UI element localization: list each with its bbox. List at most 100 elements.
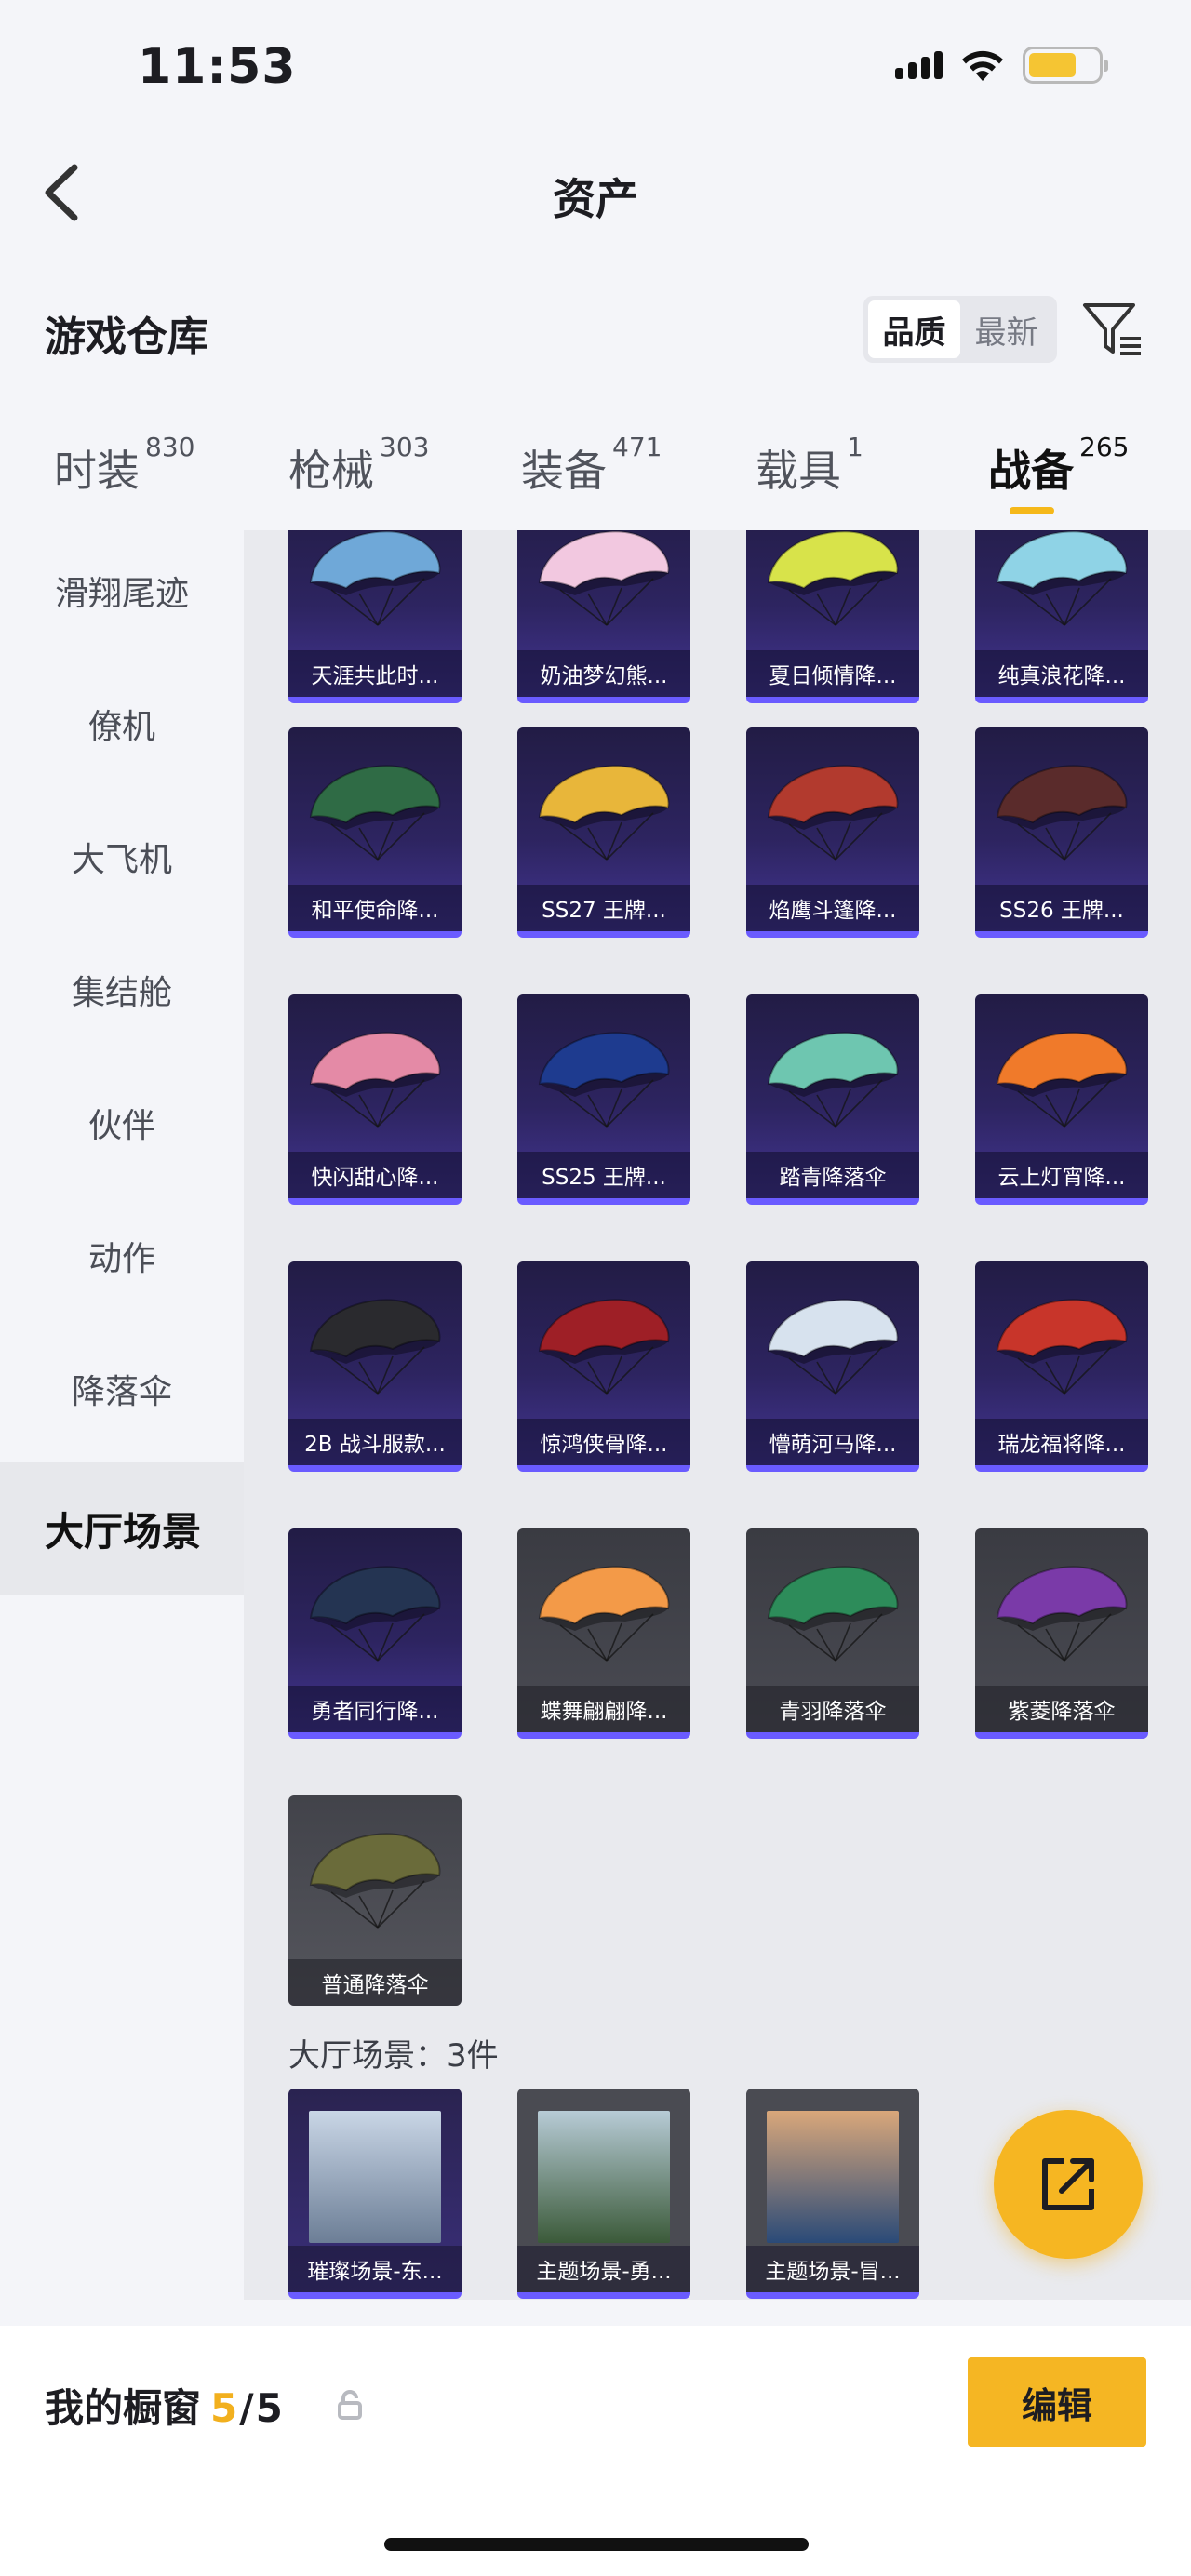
parachute-card[interactable]: 焰鹰斗篷降... [746,727,919,938]
parachute-name: 夏日倾情降... [746,650,919,697]
parachute-name: 惊鸿侠骨降... [517,1419,690,1465]
parachute-card[interactable]: 快闪甜心降... [288,994,462,1205]
lobby-scene-card[interactable]: 主题场景-勇... [517,2089,690,2299]
parachute-name: 懵萌河马降... [746,1419,919,1465]
parachute-card[interactable]: 紫菱降落伞 [975,1528,1148,1739]
scene-thumbnail [767,2111,899,2243]
parachute-image [767,765,899,861]
showcase-current-count: 5 [210,2385,238,2431]
screen: { "status_bar": { "time": "11:53" }, "he… [0,0,1191,2576]
status-icons [895,47,1108,84]
parachute-image [309,1032,441,1128]
tab-battle-gear[interactable]: 战备 265 [988,432,1129,499]
share-icon [1042,2158,1094,2210]
parachute-image [996,1566,1128,1662]
sidebar-item-lobby-scene[interactable]: 大厅场景 [0,1462,244,1595]
sort-toggle: 品质 最新 [863,296,1057,363]
parachute-card[interactable]: SS25 王牌... [517,994,690,1205]
parachute-card[interactable]: 懵萌河马降... [746,1261,919,1472]
parachute-card[interactable]: 蝶舞翩翩降... [517,1528,690,1739]
showcase-label: 我的橱窗 [45,2385,202,2431]
parachute-card[interactable]: 和平使命降... [288,727,462,938]
sort-quality-option[interactable]: 品质 [868,300,960,358]
lock-icon [337,2389,363,2421]
tab-fashion[interactable]: 时装 830 [54,432,194,499]
parachute-image [309,765,441,861]
parachute-card[interactable]: 瑞龙福将降... [975,1261,1148,1472]
scene-thumbnail [309,2111,441,2243]
tab-equipment[interactable]: 装备 471 [521,432,662,499]
tab-count: 830 [145,432,195,462]
showcase-separator: / [239,2385,254,2431]
parachute-image [538,530,670,626]
cellular-signal-icon [895,51,943,79]
sidebar-item-parachute[interactable]: 降落伞 [0,1328,244,1449]
parachute-name: SS26 王牌... [975,885,1148,931]
parachute-card[interactable]: SS27 王牌... [517,727,690,938]
parachute-card[interactable]: 普通降落伞 [288,1795,462,2006]
parachute-name: 蝶舞翩翩降... [517,1686,690,1732]
parachute-image [309,1566,441,1662]
parachute-image [996,1299,1128,1395]
lobby-scene-card[interactable]: 主题场景-冒... [746,2089,919,2299]
sidebar-item-wingman[interactable]: 僚机 [0,663,244,784]
parachute-name: 普通降落伞 [288,1959,462,2006]
parachute-card[interactable]: SS26 王牌... [975,727,1148,938]
parachute-name: 2B 战斗服款... [288,1419,462,1465]
parachute-card[interactable]: 2B 战斗服款... [288,1261,462,1472]
sidebar: 滑翔尾迹 僚机 大飞机 集结舱 伙伴 动作 降落伞 大厅场景 [0,530,244,2326]
sidebar-item-glide-trail[interactable]: 滑翔尾迹 [0,530,244,651]
parachute-card[interactable]: 云上灯宵降... [975,994,1148,1205]
scene-name: 璀璨场景-东... [288,2246,462,2292]
active-tab-indicator [1010,507,1054,514]
parachute-image [309,530,441,626]
sort-latest-option[interactable]: 最新 [960,300,1052,358]
parachute-image [309,1833,441,1929]
tab-label: 枪械 [288,446,374,496]
item-grid: 大厅场景：3件 天涯共此时... 奶油梦幻熊... 夏日倾情降... 纯真浪花降...… [244,530,1191,2300]
parachute-card[interactable]: 踏青降落伞 [746,994,919,1205]
showcase-total-count: 5 [255,2385,283,2431]
parachute-card[interactable]: 青羽降落伞 [746,1528,919,1739]
sidebar-item-emote[interactable]: 动作 [0,1195,244,1316]
parachute-image [767,530,899,626]
parachute-name: 焰鹰斗篷降... [746,885,919,931]
parachute-image [996,1032,1128,1128]
share-button[interactable] [994,2110,1143,2259]
scene-name: 主题场景-冒... [746,2246,919,2292]
parachute-card[interactable]: 纯真浪花降... [975,530,1148,703]
parachute-image [538,1299,670,1395]
sidebar-item-partner[interactable]: 伙伴 [0,1062,244,1183]
parachute-name: SS25 王牌... [517,1152,690,1198]
parachute-card[interactable]: 勇者同行降... [288,1528,462,1739]
scene-thumbnail [538,2111,670,2243]
tab-weapons[interactable]: 枪械 303 [288,432,429,499]
tab-count: 1 [847,432,863,462]
home-indicator [384,2538,809,2551]
edit-button[interactable]: 编辑 [968,2357,1146,2447]
parachute-card[interactable]: 奶油梦幻熊... [517,530,690,703]
parachute-name: SS27 王牌... [517,885,690,931]
parachute-name: 踏青降落伞 [746,1152,919,1198]
category-tabs: 时装 830 枪械 303 装备 471 载具 1 战备 265 [0,432,1191,530]
filter-button[interactable] [1079,298,1144,361]
lobby-scene-card[interactable]: 璀璨场景-东... [288,2089,462,2299]
my-showcase: 我的橱窗 5 / 5 [45,2377,283,2434]
parachute-card[interactable]: 惊鸿侠骨降... [517,1261,690,1472]
sidebar-item-big-plane[interactable]: 大飞机 [0,796,244,917]
parachute-name: 和平使命降... [288,885,462,931]
parachute-card[interactable]: 夏日倾情降... [746,530,919,703]
tab-label: 战备 [988,446,1074,496]
parachute-image [996,765,1128,861]
parachute-name: 青羽降落伞 [746,1686,919,1732]
section-title: 游戏仓库 [45,314,208,361]
parachute-image [767,1299,899,1395]
tab-count: 303 [380,432,430,462]
parachute-card[interactable]: 天涯共此时... [288,530,462,703]
tab-vehicles[interactable]: 载具 1 [756,432,863,499]
scene-name: 主题场景-勇... [517,2246,690,2292]
sidebar-item-assembly-pod[interactable]: 集结舱 [0,929,244,1050]
parachute-name: 勇者同行降... [288,1686,462,1732]
parachute-name: 快闪甜心降... [288,1152,462,1198]
parachute-image [538,1566,670,1662]
